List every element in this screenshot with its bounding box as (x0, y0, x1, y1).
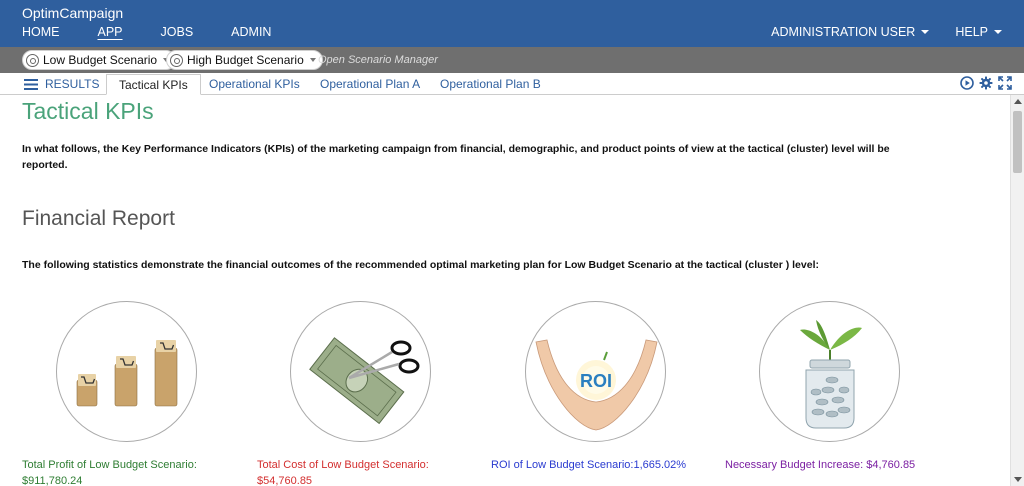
high-budget-scenario-select[interactable]: High Budget Scenario (166, 50, 323, 70)
profit-value: $911,780.24 (22, 475, 83, 486)
open-scenario-manager-link[interactable]: Open Scenario Manager (318, 54, 438, 66)
scroll-thumb[interactable] (1013, 111, 1022, 173)
roi-badge-text: ROI (580, 371, 612, 391)
financial-lead-text: The following statistics demonstrate the… (22, 259, 819, 271)
low-budget-scenario-select[interactable]: Low Budget Scenario (22, 50, 177, 70)
results-menu-button[interactable]: RESULTS (24, 77, 99, 91)
tab-operational-plan-b[interactable]: Operational Plan B (428, 74, 553, 95)
expand-icon[interactable] (998, 76, 1012, 90)
nav-right: ADMINISTRATION USER HELP (745, 25, 1002, 39)
nav-jobs[interactable]: JOBS (161, 25, 194, 39)
financial-report-heading: Financial Report (22, 207, 175, 230)
scenario-bar: Low Budget Scenario High Budget Scenario… (0, 47, 1024, 73)
scenario-icon (170, 53, 183, 67)
results-label: RESULTS (45, 77, 100, 91)
top-navbar: OptimCampaign HOME APP JOBS ADMIN ADMINI… (0, 0, 1024, 47)
user-menu[interactable]: ADMINISTRATION USER (771, 25, 930, 39)
profit-coins-image (56, 301, 197, 442)
help-menu[interactable]: HELP (955, 25, 1002, 39)
caret-down-icon (921, 30, 930, 34)
tabs-bar: RESULTS Tactical KPIs Operational KPIs O… (0, 73, 1024, 95)
play-icon[interactable] (960, 76, 974, 90)
tab-operational-kpis[interactable]: Operational KPIs (197, 74, 312, 95)
content-scrollbar[interactable] (1010, 95, 1024, 486)
cost-label: Total Cost of Low Budget Scenario: (257, 459, 429, 471)
budget-jar-image (759, 301, 900, 442)
tab-toolbar (955, 76, 1012, 90)
budget-increase-metric: Necessary Budget Increase: $4,760.85 (725, 459, 916, 471)
total-profit-metric: Total Profit of Low Budget Scenario: $91… (22, 457, 197, 486)
scroll-down-icon[interactable] (1014, 477, 1022, 482)
user-menu-label: ADMINISTRATION USER (771, 25, 916, 39)
intro-paragraph: In what follows, the Key Performance Ind… (22, 143, 890, 171)
page-title: Tactical KPIs (22, 98, 154, 124)
tab-operational-plan-a[interactable]: Operational Plan A (308, 74, 432, 95)
main-nav: HOME APP JOBS ADMIN (22, 25, 309, 39)
chevron-down-icon (309, 58, 316, 62)
cost-scissors-image (290, 301, 431, 442)
high-scenario-label: High Budget Scenario (187, 53, 304, 67)
roi-metric: ROI of Low Budget Scenario:1,665.02% (491, 459, 687, 471)
nav-app[interactable]: APP (98, 25, 123, 39)
total-cost-metric: Total Cost of Low Budget Scenario: $54,7… (257, 457, 429, 486)
scroll-up-icon[interactable] (1014, 99, 1022, 104)
low-scenario-label: Low Budget Scenario (43, 53, 158, 67)
profit-label: Total Profit of Low Budget Scenario: (22, 459, 197, 471)
cost-value: $54,760.85 (257, 475, 313, 486)
tab-tactical-kpis[interactable]: Tactical KPIs (106, 74, 201, 95)
nav-admin[interactable]: ADMIN (231, 25, 271, 39)
nav-home[interactable]: HOME (22, 25, 60, 39)
gear-icon[interactable] (979, 76, 993, 90)
roi-hands-image: ROI (525, 301, 666, 442)
caret-down-icon (994, 30, 1002, 34)
hamburger-menu-icon (24, 78, 38, 90)
main-content: Tactical KPIs In what follows, the Key P… (0, 95, 1010, 486)
app-brand[interactable]: OptimCampaign (22, 5, 123, 21)
scenario-icon (26, 53, 39, 67)
help-menu-label: HELP (955, 25, 988, 39)
